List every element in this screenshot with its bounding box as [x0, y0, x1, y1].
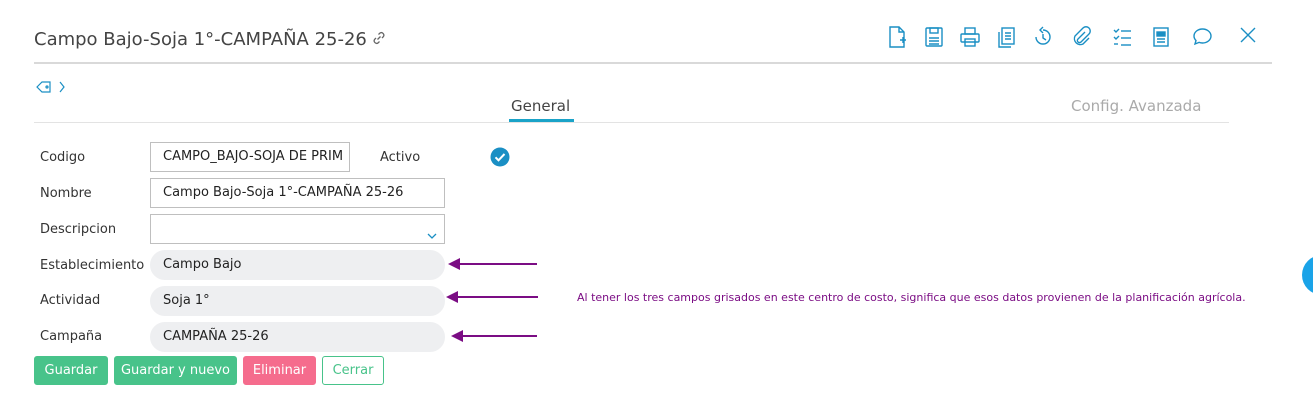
- activo-checkbox[interactable]: [490, 147, 510, 167]
- save-button[interactable]: Guardar: [34, 356, 108, 385]
- annotation-note: Al tener los tres campos grisados en est…: [577, 291, 1246, 304]
- nombre-input[interactable]: Campo Bajo-Soja 1°-CAMPAÑA 25-26: [150, 178, 445, 208]
- tab-general[interactable]: General: [511, 97, 570, 115]
- copy-icon[interactable]: [995, 24, 1019, 50]
- descripcion-label: Descripcion: [40, 222, 117, 237]
- codigo-input[interactable]: CAMPO_BAJO-SOJA DE PRIM: [150, 142, 350, 172]
- establecimiento-field: Campo Bajo: [150, 250, 445, 280]
- header-divider: [34, 62, 1272, 64]
- codigo-label: Codigo: [40, 150, 86, 165]
- link-icon[interactable]: [371, 30, 387, 51]
- actividad-field: Soja 1°: [150, 286, 445, 316]
- actividad-label: Actividad: [40, 293, 101, 308]
- new-document-icon[interactable]: [885, 24, 909, 50]
- tag-icon[interactable]: [36, 79, 52, 98]
- annotation-arrow-2: [446, 291, 538, 303]
- activo-label: Activo: [380, 150, 421, 165]
- nombre-label: Nombre: [40, 186, 92, 201]
- save-and-new-button[interactable]: Guardar y nuevo: [114, 356, 237, 385]
- chevron-down-icon[interactable]: [426, 224, 438, 243]
- establecimiento-label: Establecimiento: [40, 258, 145, 273]
- close-icon[interactable]: [1236, 24, 1260, 48]
- chevron-right-icon[interactable]: [58, 79, 66, 98]
- tab-config-avanzada[interactable]: Config. Avanzada: [1071, 97, 1201, 115]
- tab-divider: [34, 122, 1229, 123]
- annotation-arrow-1: [448, 258, 537, 270]
- history-icon[interactable]: [1031, 24, 1055, 50]
- attachment-icon[interactable]: [1069, 24, 1093, 50]
- report-icon[interactable]: [1149, 24, 1173, 50]
- delete-button[interactable]: Eliminar: [243, 356, 316, 385]
- print-icon[interactable]: [958, 24, 982, 50]
- page-title-text: Campo Bajo-Soja 1°-CAMPAÑA 25-26: [34, 29, 367, 50]
- page-title: Campo Bajo-Soja 1°-CAMPAÑA 25-26: [34, 29, 387, 51]
- save-icon[interactable]: [922, 24, 946, 50]
- descripcion-select[interactable]: [150, 214, 445, 244]
- annotation-arrow-3: [451, 330, 537, 342]
- campana-field: CAMPAÑA 25-26: [150, 322, 445, 352]
- close-button[interactable]: Cerrar: [322, 356, 384, 385]
- chat-bubble[interactable]: [1302, 255, 1313, 295]
- checklist-icon[interactable]: [1111, 24, 1135, 50]
- comment-icon[interactable]: [1190, 24, 1214, 50]
- campana-label: Campaña: [40, 329, 103, 344]
